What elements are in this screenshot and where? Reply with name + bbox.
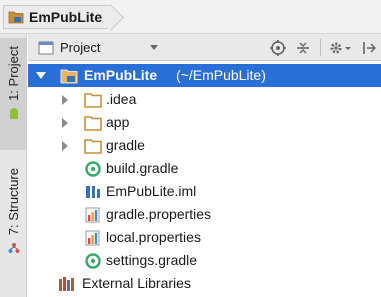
collapse-all-icon[interactable] <box>294 39 312 57</box>
tree-item-label: local.properties <box>106 229 201 245</box>
folder-icon <box>84 115 102 131</box>
collapsed-arrow-icon[interactable] <box>62 141 68 151</box>
toolbar-divider <box>320 39 321 56</box>
tree-item-label: gradle <box>106 137 145 153</box>
tree-row-build-gradle[interactable]: build.gradle <box>28 157 381 180</box>
tool-window-stripe: 1: Project 7: Structure <box>0 34 27 297</box>
collapsed-arrow-icon[interactable] <box>62 95 68 105</box>
tree-row-local-properties[interactable]: local.properties <box>28 226 381 249</box>
tree-row-iml[interactable]: EmPubLite.iml <box>28 180 381 203</box>
view-mode-dropdown[interactable]: Project <box>34 37 164 58</box>
tab-structure-label: 7: Structure <box>6 168 21 236</box>
libraries-icon <box>58 276 76 292</box>
tree-row-settings-gradle[interactable]: settings.gradle <box>28 249 381 272</box>
project-view-icon <box>38 41 54 55</box>
collapsed-arrow-icon[interactable] <box>62 118 68 128</box>
tree-item-label: EmPubLite.iml <box>106 183 197 199</box>
gradle-icon <box>84 161 102 177</box>
tree-item-label: settings.gradle <box>106 252 198 268</box>
folder-icon <box>84 138 102 154</box>
module-folder-icon <box>8 10 24 24</box>
properties-icon <box>84 207 102 223</box>
view-mode-label: Project <box>60 40 101 55</box>
project-panel-header: Project <box>28 34 381 61</box>
root-module-path: (~/EmPubLite) <box>176 67 266 83</box>
navigation-bar: EmPubLite <box>0 0 381 34</box>
tree-item-label: app <box>106 114 130 130</box>
tree-item-label: External Libraries <box>82 275 191 291</box>
tree-row-idea[interactable]: .idea <box>28 88 381 111</box>
chevron-down-icon <box>150 45 158 50</box>
breadcrumb-project[interactable]: EmPubLite <box>3 5 111 29</box>
expand-arrow-icon[interactable] <box>36 72 46 79</box>
properties-icon <box>84 230 102 246</box>
structure-icon <box>8 241 20 254</box>
root-module-name: EmPubLite <box>84 67 158 83</box>
iml-file-icon <box>84 184 102 200</box>
tree-row-external-libraries[interactable]: External Libraries <box>28 272 381 295</box>
tab-structure[interactable]: 7: Structure <box>0 162 27 280</box>
breadcrumb-label: EmPubLite <box>29 9 103 25</box>
tree-item-label: .idea <box>106 91 137 107</box>
tree-row-app[interactable]: app <box>28 111 381 134</box>
tree-item-label: build.gradle <box>106 160 179 176</box>
tab-project[interactable]: 1: Project <box>0 38 27 150</box>
tree-row-gradle-folder[interactable]: gradle <box>28 134 381 157</box>
tree-row-gradle-properties[interactable]: gradle.properties <box>28 203 381 226</box>
tree-row-root[interactable]: EmPubLite (~/EmPubLite) <box>28 64 381 87</box>
scroll-from-source-icon[interactable] <box>269 39 287 57</box>
gradle-icon <box>84 253 102 269</box>
folder-icon <box>84 92 102 108</box>
tab-project-label: 1: Project <box>6 46 21 101</box>
gear-icon[interactable] <box>328 39 352 57</box>
hide-panel-icon[interactable] <box>360 39 378 57</box>
module-folder-icon <box>60 68 78 84</box>
tree-item-label: gradle.properties <box>106 206 212 222</box>
android-icon <box>8 107 20 119</box>
